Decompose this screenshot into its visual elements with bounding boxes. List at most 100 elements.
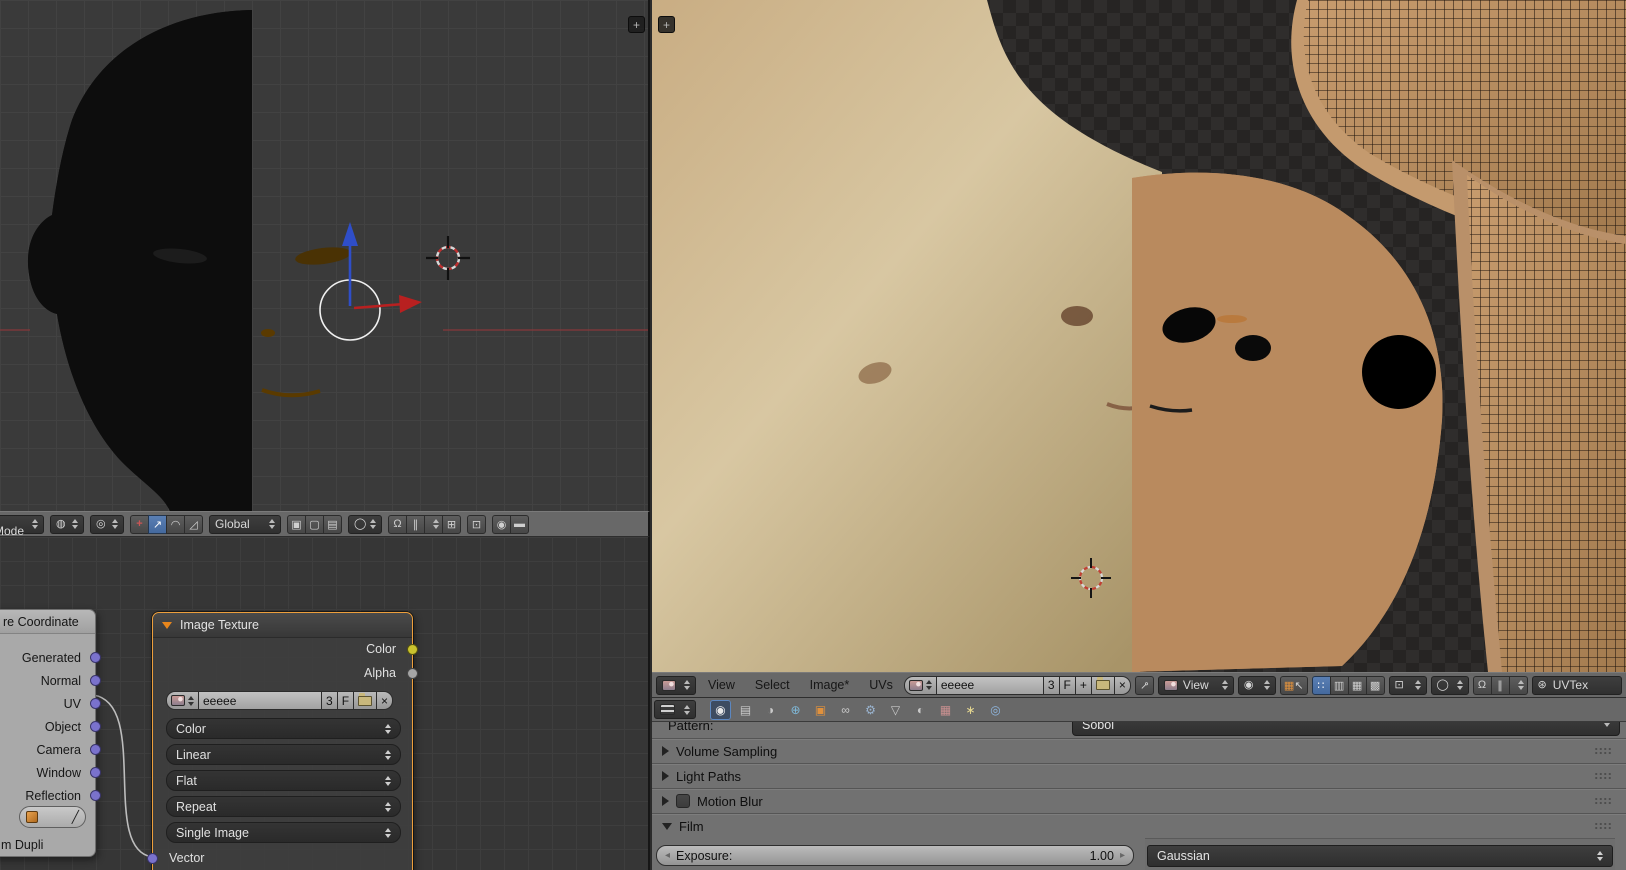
menu-image[interactable]: Image* — [802, 678, 858, 692]
new-image-button[interactable]: + — [1074, 675, 1092, 695]
source-dropdown[interactable]: Single Image — [166, 822, 401, 843]
socket-color-output[interactable] — [407, 644, 418, 655]
panel-drag-grip[interactable] — [1594, 797, 1612, 805]
uv-image-editor-canvas[interactable]: + — [652, 0, 1626, 672]
unlink-image-button[interactable]: × — [376, 691, 394, 710]
occlude-geometry-icon[interactable]: ▣ — [287, 514, 306, 534]
textured-solid-icon[interactable]: ▤ — [323, 514, 342, 534]
uv-sync-selection-icon[interactable]: ▦ ↖ — [1279, 675, 1308, 695]
tab-object[interactable]: ▣ — [810, 700, 831, 720]
snap-magnet-icon[interactable]: Ω — [388, 514, 407, 534]
fake-user-button[interactable]: F — [336, 691, 355, 710]
copy-result-icon[interactable]: ⊡ — [467, 514, 486, 534]
snap-element-icon[interactable]: ∥ — [1490, 675, 1510, 695]
mode-dropdown[interactable]: it Mode — [0, 514, 44, 536]
slider-left-arrow-icon[interactable]: ◂ — [665, 850, 670, 861]
editor-type-dropdown[interactable] — [654, 700, 696, 719]
sticky-selection-dropdown[interactable]: ⊡ — [1388, 675, 1427, 695]
proportional-edit-dropdown[interactable]: ◯ — [1430, 675, 1469, 695]
image-texture-node-header[interactable]: Image Texture — [153, 613, 412, 638]
socket-uv[interactable] — [90, 698, 101, 709]
tab-texture[interactable]: ▦ — [935, 700, 956, 720]
tab-object-data[interactable]: ▽ — [885, 700, 906, 720]
opengl-render-icon[interactable]: ◉ — [492, 514, 511, 534]
tab-world[interactable]: ⊕ — [785, 700, 806, 720]
node-editor-canvas[interactable]: re Coordinate Generated Normal UV Object… — [0, 537, 650, 870]
manipulator-x-arrow[interactable] — [399, 295, 422, 313]
image-users-count-button[interactable]: 3 — [321, 691, 338, 710]
menu-select[interactable]: Select — [747, 678, 798, 692]
tab-render[interactable]: ◉ — [710, 699, 731, 720]
expand-region-plus-icon[interactable]: + — [658, 16, 675, 33]
uv-select-edge-icon[interactable]: ▥ — [1329, 675, 1349, 695]
manipulator-z-arrow[interactable] — [342, 222, 358, 246]
pin-icon[interactable]: ⊸ — [1134, 675, 1154, 695]
display-mode-dropdown[interactable]: View — [1157, 675, 1234, 695]
panel-motion-blur[interactable]: Motion Blur — [652, 788, 1626, 813]
eyedropper-icon[interactable]: ╱ — [72, 810, 79, 824]
socket-generated[interactable] — [90, 652, 101, 663]
menu-uvs[interactable]: UVs — [861, 678, 901, 692]
panel-drag-grip[interactable] — [1594, 772, 1612, 780]
panel-film[interactable]: Film — [652, 813, 1626, 838]
extension-dropdown[interactable]: Repeat — [166, 796, 401, 817]
panel-drag-grip[interactable] — [1594, 747, 1612, 755]
tab-render-layers[interactable]: ▤ — [735, 700, 756, 720]
panel-volume-sampling[interactable]: Volume Sampling — [652, 738, 1626, 763]
tab-scene[interactable]: ◑ — [760, 700, 781, 720]
fake-user-button[interactable]: F — [1058, 675, 1076, 695]
image-texture-node[interactable]: Image Texture Color Alpha eeeee 3 F × Co… — [147, 612, 418, 870]
collapse-triangle-icon[interactable] — [162, 621, 172, 629]
open-image-button[interactable] — [353, 691, 378, 710]
manipulator-scale-icon[interactable]: ◿ — [184, 514, 203, 534]
image-users-count-button[interactable]: 3 — [1042, 675, 1060, 695]
tab-physics[interactable]: ◎ — [985, 700, 1006, 720]
tab-particles[interactable]: ∗ — [960, 700, 981, 720]
proportional-edit-dropdown[interactable]: ◯ — [348, 514, 382, 534]
socket-camera[interactable] — [90, 744, 101, 755]
3d-viewport-canvas[interactable]: + — [0, 0, 650, 511]
snap-element-arrows[interactable] — [1508, 675, 1528, 695]
translate-manipulator[interactable] — [319, 222, 422, 341]
manipulator-translate-icon[interactable]: ↗ — [148, 514, 167, 534]
socket-normal[interactable] — [90, 675, 101, 686]
socket-vector-input[interactable] — [147, 853, 158, 864]
uv-select-vertex-icon[interactable]: ∷ — [1311, 675, 1331, 695]
exposure-slider[interactable]: ◂ Exposure: 1.00 ▸ — [656, 845, 1134, 866]
panel-drag-grip[interactable] — [1594, 822, 1612, 830]
pattern-dropdown[interactable]: Sobol — [1072, 722, 1620, 736]
image-name-field[interactable]: eeeee — [935, 675, 1044, 695]
texture-coordinate-node[interactable]: re Coordinate Generated Normal UV Object… — [0, 609, 101, 857]
object-field[interactable]: ╱ — [19, 806, 86, 828]
uv-select-face-icon[interactable]: ▦ — [1347, 675, 1367, 695]
socket-window[interactable] — [90, 767, 101, 778]
snap-magnet-icon[interactable]: Ω — [1472, 675, 1492, 695]
expand-region-plus-icon[interactable]: + — [628, 16, 645, 33]
editor-type-dropdown[interactable] — [656, 675, 696, 695]
filter-type-dropdown[interactable]: Gaussian — [1147, 845, 1613, 867]
image-browse-button[interactable] — [903, 675, 937, 695]
menu-view[interactable]: View — [700, 678, 743, 692]
snap-grid-icon[interactable]: ⊞ — [442, 514, 461, 534]
unlink-image-button[interactable]: × — [1113, 675, 1131, 695]
uv-pivot-dropdown[interactable]: ◉ — [1237, 675, 1276, 695]
open-image-button[interactable] — [1090, 675, 1115, 695]
color-space-dropdown[interactable]: Color — [166, 718, 401, 739]
projection-dropdown[interactable]: Flat — [166, 770, 401, 791]
slider-right-arrow-icon[interactable]: ▸ — [1120, 850, 1125, 861]
orientation-dropdown[interactable]: Global — [209, 514, 281, 534]
image-name-field[interactable]: eeeee — [198, 691, 322, 710]
viewport-shading-dropdown[interactable]: ◍ — [50, 514, 84, 534]
snap-element-arrows[interactable] — [424, 514, 443, 534]
manipulator-rotate-icon[interactable]: ◠ — [166, 514, 185, 534]
tab-material[interactable]: ◐ — [910, 700, 931, 720]
snap-element-icon[interactable]: ∥ — [406, 514, 425, 534]
tab-constraints[interactable]: ∞ — [835, 700, 856, 720]
backface-cull-icon[interactable]: ▢ — [305, 514, 324, 534]
manipulator-toggle-icon[interactable]: + — [130, 514, 149, 534]
opengl-animation-icon[interactable]: ▬ — [510, 514, 529, 534]
socket-reflection[interactable] — [90, 790, 101, 801]
panel-light-paths[interactable]: Light Paths — [652, 763, 1626, 788]
motion-blur-checkbox[interactable] — [676, 794, 690, 808]
texture-coordinate-node-header[interactable]: re Coordinate — [0, 610, 95, 634]
